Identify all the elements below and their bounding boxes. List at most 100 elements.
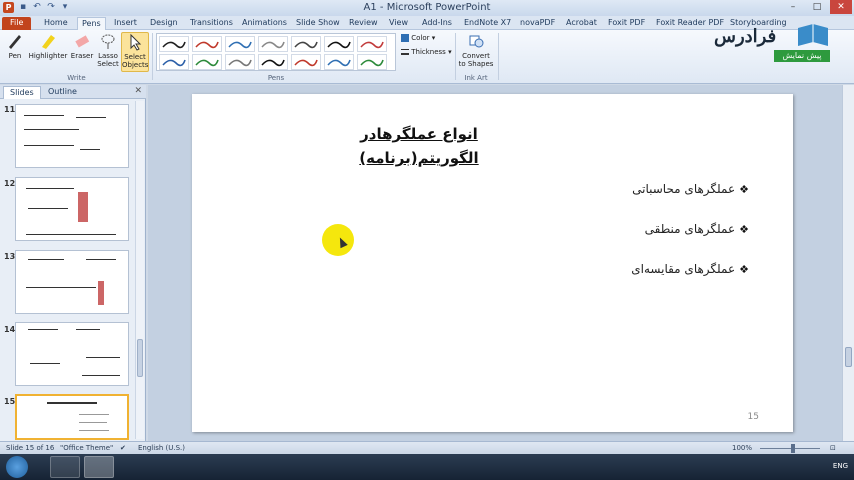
tab-acrobat[interactable]: Acrobat (562, 17, 601, 30)
window-title: A1 - Microsoft PowerPoint (363, 2, 491, 13)
theme-name: "Office Theme" (60, 444, 114, 452)
faradars-logo: فرادرس پیش نمایش (712, 20, 836, 64)
pen-swatch[interactable] (225, 36, 255, 52)
fit-slide-icon[interactable]: ⊡ (830, 444, 836, 452)
thumbnail-number: 14 (4, 325, 16, 334)
taskbar-powerpoint-icon[interactable] (84, 456, 114, 478)
tab-outline[interactable]: Outline (42, 86, 83, 99)
eraser-button[interactable]: Eraser (70, 32, 94, 60)
pen-swatch[interactable] (357, 54, 387, 70)
tab-foxit-pdf[interactable]: Foxit PDF (604, 17, 649, 30)
tab-view[interactable]: View (385, 17, 412, 30)
ribbon-separator (498, 33, 499, 80)
pointer-icon (130, 33, 142, 51)
pen-swatch[interactable] (192, 36, 222, 52)
convert-to-shapes-button[interactable]: Convert to Shapes (458, 32, 494, 68)
pen-swatch[interactable] (192, 54, 222, 70)
thumbnail-number: 12 (4, 179, 16, 188)
slide-editor: انواع عملگرهادر الگوریتم(برنامه) ❖عملگره… (148, 85, 842, 441)
select-objects-button[interactable]: Select Objects (121, 32, 149, 72)
pen-button[interactable]: Pen (4, 32, 26, 60)
thumbnail-number: 15 (4, 397, 16, 406)
convert-shapes-icon (469, 35, 484, 48)
pen-swatch[interactable] (291, 36, 321, 52)
scroll-thumb[interactable] (845, 347, 852, 367)
tab-pens[interactable]: Pens (77, 17, 106, 30)
status-bar: Slide 15 of 16 "Office Theme" ✔ English … (0, 441, 854, 454)
pens-gallery (156, 33, 396, 71)
preview-badge: پیش نمایش (774, 50, 830, 62)
tab-transitions[interactable]: Transitions (186, 17, 237, 30)
book-icon (798, 24, 828, 46)
tab-endnote[interactable]: EndNote X7 (460, 17, 515, 30)
taskbar-app-icon[interactable] (50, 456, 80, 478)
pane-tabs: Slides Outline ✕ (0, 85, 146, 99)
lasso-icon (101, 34, 115, 49)
language-indicator[interactable]: ENG (833, 462, 848, 470)
color-dropdown[interactable]: Color ▾ (401, 34, 435, 42)
tab-slideshow[interactable]: Slide Show (292, 17, 344, 30)
bullet-item[interactable]: ❖عملگرهای محاسباتی (632, 182, 749, 196)
slide-title[interactable]: انواع عملگرهادر الگوریتم(برنامه) (304, 122, 534, 167)
zoom-slider-thumb[interactable] (791, 444, 795, 453)
slide-thumbnail-selected[interactable] (15, 394, 129, 440)
slide-thumbnail[interactable] (15, 322, 129, 386)
pen-swatch[interactable] (159, 36, 189, 52)
tab-novapdf[interactable]: novaPDF (516, 17, 559, 30)
close-button[interactable]: ✕ (830, 0, 852, 14)
bullet-item[interactable]: ❖عملگرهای مقایسه‌ای (631, 262, 749, 276)
title-bar: P ▪ ↶ ↷ ▾ A1 - Microsoft PowerPoint – □ … (0, 0, 854, 16)
spellcheck-icon[interactable]: ✔ (120, 444, 126, 452)
pen-swatch[interactable] (258, 36, 288, 52)
slide-canvas[interactable]: انواع عملگرهادر الگوریتم(برنامه) ❖عملگره… (192, 94, 793, 432)
highlighter-button[interactable]: Highlighter (28, 32, 68, 60)
eraser-icon (75, 35, 90, 48)
thickness-icon (401, 49, 409, 55)
bullet-icon: ❖ (739, 263, 749, 276)
slide-thumbnail[interactable] (15, 250, 129, 314)
lasso-select-button[interactable]: Lasso Select (95, 32, 121, 68)
thumbnail-number: 11 (4, 105, 16, 114)
pen-icon (9, 35, 21, 49)
color-icon (401, 34, 409, 42)
system-tray: ENG (833, 462, 848, 470)
maximize-button[interactable]: □ (806, 0, 828, 14)
tab-insert[interactable]: Insert (110, 17, 141, 30)
slides-pane: Slides Outline ✕ 11 12 13 14 15 (0, 85, 146, 441)
bullet-icon: ❖ (739, 223, 749, 236)
pen-swatch[interactable] (357, 36, 387, 52)
tab-design[interactable]: Design (146, 17, 182, 30)
tab-file[interactable]: File (2, 17, 32, 30)
ribbon-separator (455, 33, 456, 80)
slides-scrollbar[interactable] (135, 101, 144, 439)
logo-text: فرادرس (714, 26, 777, 47)
zoom-slider[interactable] (760, 448, 820, 449)
slide-thumbnail[interactable] (15, 177, 129, 241)
scroll-thumb[interactable] (137, 339, 143, 377)
language-label[interactable]: English (U.S.) (138, 444, 185, 452)
thickness-dropdown[interactable]: Thickness ▾ (401, 48, 452, 56)
zoom-level[interactable]: 100% (732, 444, 752, 452)
minimize-button[interactable]: – (782, 0, 804, 14)
highlighter-icon (42, 35, 55, 49)
tab-slides[interactable]: Slides (3, 86, 41, 99)
tab-home[interactable]: Home (40, 17, 72, 30)
window-controls: – □ ✕ (782, 0, 852, 14)
bullet-item[interactable]: ❖عملگرهای منطقی (645, 222, 749, 236)
ribbon-separator (152, 33, 153, 80)
pen-swatch[interactable] (291, 54, 321, 70)
pen-swatch[interactable] (258, 54, 288, 70)
pen-swatch[interactable] (159, 54, 189, 70)
tab-animations[interactable]: Animations (238, 17, 291, 30)
pen-swatch[interactable] (225, 54, 255, 70)
slide-number: 15 (747, 412, 759, 422)
pen-swatch[interactable] (324, 54, 354, 70)
tab-review[interactable]: Review (345, 17, 382, 30)
editor-scrollbar[interactable] (842, 85, 854, 441)
tab-addins[interactable]: Add-Ins (418, 17, 456, 30)
close-pane-icon[interactable]: ✕ (134, 86, 142, 96)
start-button-icon[interactable] (6, 456, 28, 478)
slide-thumbnail[interactable] (15, 104, 129, 168)
pen-swatch[interactable] (324, 36, 354, 52)
taskbar: ENG (0, 454, 854, 480)
